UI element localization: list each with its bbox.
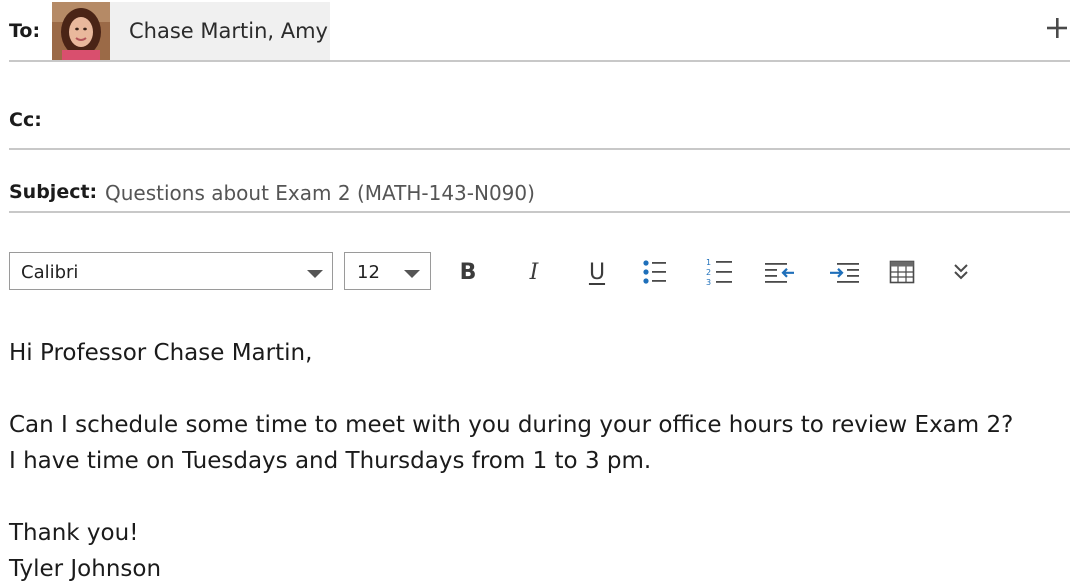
- insert-table-button[interactable]: [886, 256, 918, 288]
- font-family-select[interactable]: Calibri: [9, 252, 333, 290]
- recipient-chip[interactable]: Chase Martin, Amy: [52, 2, 330, 60]
- table-icon: [889, 260, 915, 284]
- font-family-value: Calibri: [21, 262, 79, 283]
- to-label: To:: [9, 20, 41, 42]
- cc-field-row[interactable]: Cc:: [9, 62, 1070, 150]
- formatting-toolbar: Calibri 12 B I U 1 2 3: [9, 252, 1009, 292]
- closing-line: Thank you!: [9, 520, 139, 546]
- body-line: Can I schedule some time to meet with yo…: [9, 412, 1014, 438]
- font-size-select[interactable]: 12: [344, 252, 431, 290]
- increase-indent-button[interactable]: [828, 256, 860, 288]
- message-body[interactable]: Hi Professor Chase Martin, Can I schedul…: [9, 335, 1069, 587]
- svg-text:1: 1: [706, 258, 711, 267]
- avatar-photo-icon: [52, 2, 110, 60]
- italic-icon: I: [529, 259, 539, 285]
- chevron-down-icon: [404, 270, 420, 278]
- plus-icon: [1047, 18, 1067, 38]
- more-options-button[interactable]: [945, 256, 977, 288]
- more-options-icon: [954, 264, 968, 280]
- underline-button[interactable]: U: [581, 256, 613, 288]
- body-line: I have time on Tuesdays and Thursdays fr…: [9, 448, 652, 474]
- bold-icon: B: [459, 259, 477, 285]
- subject-label: Subject:: [9, 181, 98, 203]
- greeting-line: Hi Professor Chase Martin,: [9, 340, 313, 366]
- decrease-indent-button[interactable]: [764, 256, 796, 288]
- to-field-row[interactable]: To: Chase Martin, Amy: [9, 0, 1070, 62]
- bullet-list-button[interactable]: [639, 256, 671, 288]
- bold-button[interactable]: B: [452, 256, 484, 288]
- numbered-list-icon: 1 2 3: [706, 258, 732, 287]
- signature-line: Tyler Johnson: [9, 556, 162, 582]
- svg-text:2: 2: [706, 268, 711, 277]
- add-recipient-button[interactable]: [1044, 14, 1070, 42]
- recipient-name: Chase Martin, Amy: [129, 19, 328, 43]
- subject-field-row[interactable]: Subject: Questions about Exam 2 (MATH-14…: [9, 150, 1070, 213]
- italic-button[interactable]: I: [518, 256, 550, 288]
- avatar: [52, 2, 110, 60]
- chevron-down-icon: [307, 270, 323, 278]
- decrease-indent-icon: [765, 263, 794, 283]
- underline-icon: U: [588, 259, 606, 285]
- cc-label: Cc:: [9, 109, 42, 131]
- svg-text:3: 3: [706, 278, 711, 287]
- font-size-value: 12: [357, 262, 380, 283]
- numbered-list-button[interactable]: 1 2 3: [704, 256, 736, 288]
- bullet-list-icon: [643, 260, 666, 284]
- subject-input[interactable]: Questions about Exam 2 (MATH-143-N090): [105, 181, 535, 205]
- increase-indent-icon: [830, 263, 859, 283]
